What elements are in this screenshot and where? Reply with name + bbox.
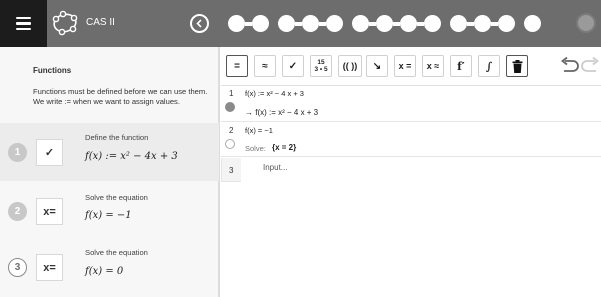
progress-connector	[369, 21, 376, 26]
progress-connector	[393, 21, 400, 26]
step-formula: f(x) := x² − 4x + 3	[85, 151, 178, 162]
progress-dot[interactable]	[278, 15, 295, 32]
progress-connector	[295, 21, 302, 26]
step-1[interactable]: 1 ✓ Define the function f(x) := x² − 4x …	[0, 123, 219, 181]
forward-button[interactable]	[576, 13, 596, 33]
delete-button[interactable]	[506, 55, 528, 77]
row-number: 2	[229, 126, 234, 135]
expand-button[interactable]: (( ))	[338, 55, 362, 77]
progress-dot[interactable]	[400, 15, 417, 32]
step-progress	[228, 10, 550, 37]
cas-row-1[interactable]: 1 f(x) := x² − 4 x + 3 → f(x) := x² − 4 …	[221, 86, 601, 122]
input-field[interactable]: Input...	[241, 158, 601, 182]
top-bar: CAS II	[0, 0, 601, 47]
derivative-button[interactable]: f′	[450, 55, 472, 77]
progress-dot[interactable]	[326, 15, 343, 32]
step-label: Solve the equation	[85, 193, 148, 202]
cas-row-3[interactable]: 3 Input...	[221, 158, 601, 182]
sidebar-title: Functions	[33, 66, 72, 75]
cas-toolbar: = ≈ ✓ 15 3 • 5 (( )) ↘ x = x ≈ f′ ∫	[221, 47, 601, 86]
step-2[interactable]: 2 x= Solve the equation f(x) = −1	[0, 181, 219, 237]
row-number: 1	[229, 89, 234, 98]
progress-group	[450, 15, 515, 32]
solve-button[interactable]: x =	[394, 55, 416, 77]
menu-icon[interactable]	[0, 0, 47, 47]
row-output-prefix: Solve:	[245, 144, 266, 153]
solve-icon: x=	[36, 198, 63, 225]
progress-dot[interactable]	[376, 15, 393, 32]
progress-connector	[491, 21, 498, 26]
check-icon: ✓	[36, 139, 63, 166]
progress-connector	[417, 21, 424, 26]
solve-numerically-button[interactable]: x ≈	[422, 55, 444, 77]
step-formula: f(x) = 0	[85, 266, 124, 277]
step-3[interactable]: 3 x= Solve the equation f(x) = 0	[0, 237, 219, 297]
sidebar-intro: Functions must be defined before we can …	[33, 87, 208, 106]
input-placeholder: Input...	[263, 163, 288, 172]
cas-view: 1 f(x) := x² − 4 x + 3 → f(x) := x² − 4 …	[221, 86, 601, 297]
progress-dot[interactable]	[252, 15, 269, 32]
progress-dot[interactable]	[498, 15, 515, 32]
keep-input-button[interactable]: ✓	[282, 55, 304, 77]
redo-icon[interactable]	[581, 57, 599, 75]
undo-icon[interactable]	[559, 57, 581, 75]
progress-dot[interactable]	[352, 15, 369, 32]
factor-label-bottom: 3 • 5	[314, 66, 328, 73]
progress-group	[278, 15, 343, 32]
row-marker-filled[interactable]	[225, 102, 235, 112]
chevron-left-icon	[196, 19, 202, 28]
step-label: Define the function	[85, 133, 149, 142]
progress-connector	[467, 21, 474, 26]
step-label: Solve the equation	[85, 248, 148, 257]
progress-connector	[245, 21, 252, 26]
back-button[interactable]	[190, 14, 209, 33]
substitute-button[interactable]: ↘	[366, 55, 388, 77]
integral-button[interactable]: ∫	[478, 55, 500, 77]
cas-row-2[interactable]: 2 f(x) = −1 Solve: {x = 2}	[221, 122, 601, 157]
row-output: → f(x) := x² − 4 x + 3	[245, 108, 319, 117]
factor-button[interactable]: 15 3 • 5	[310, 55, 332, 77]
app-logo-icon	[52, 10, 78, 36]
app-title: CAS II	[86, 17, 115, 28]
row-number: 3	[229, 166, 234, 175]
numeric-button[interactable]: ≈	[254, 55, 276, 77]
trash-icon	[512, 59, 522, 73]
progress-dot[interactable]	[424, 15, 441, 32]
row-marker-empty[interactable]	[225, 139, 235, 149]
progress-dot[interactable]	[228, 15, 245, 32]
progress-dot[interactable]	[302, 15, 319, 32]
step-number: 1	[8, 143, 27, 162]
row-input[interactable]: f(x) := x² − 4 x + 3	[245, 89, 304, 98]
evaluate-button[interactable]: =	[226, 55, 248, 77]
progress-dot[interactable]	[524, 15, 541, 32]
step-number: 3	[8, 258, 27, 277]
step-formula: f(x) = −1	[85, 210, 132, 221]
progress-connector	[319, 21, 326, 26]
undo-redo	[559, 57, 599, 77]
progress-dot[interactable]	[450, 15, 467, 32]
row-output: {x = 2}	[272, 143, 297, 152]
progress-dot[interactable]	[474, 15, 491, 32]
solve-icon: x=	[36, 254, 63, 281]
step-number: 2	[8, 202, 27, 221]
factor-label-top: 15	[317, 59, 325, 66]
progress-group	[352, 15, 441, 32]
progress-group	[524, 15, 541, 32]
progress-group	[228, 15, 269, 32]
row-input[interactable]: f(x) = −1	[245, 126, 273, 135]
